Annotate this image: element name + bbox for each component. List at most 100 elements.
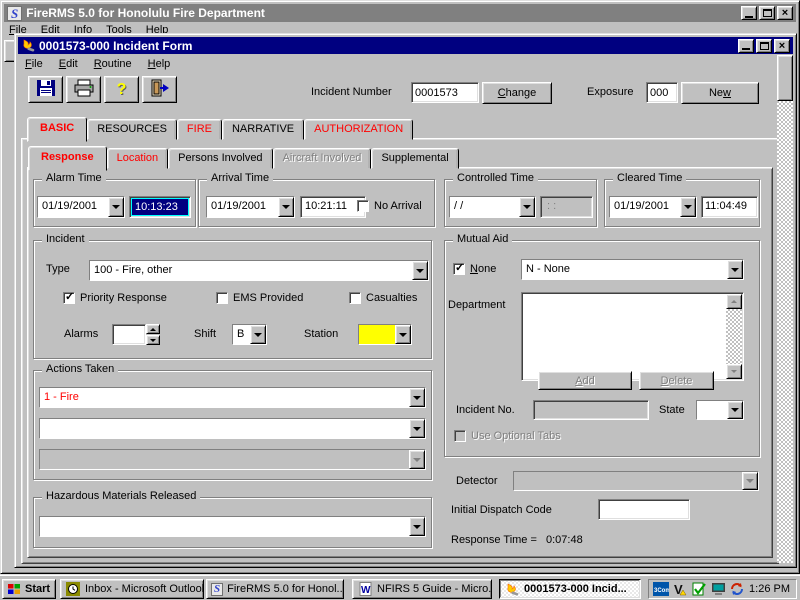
main-window-titlebar[interactable]: S FireRMS 5.0 for Honolulu Fire Departme… [4, 4, 796, 22]
flame-icon [504, 581, 520, 597]
department-scrollbar[interactable] [726, 294, 742, 379]
alarms-field[interactable] [112, 324, 146, 345]
menu-help[interactable]: Help [148, 58, 171, 70]
cleared-date-combo[interactable]: 01/19/2001 [609, 196, 697, 218]
hazmat-combo[interactable] [39, 516, 426, 537]
chevron-down-icon[interactable] [727, 401, 743, 419]
initial-dispatch-field[interactable] [598, 499, 690, 520]
chevron-down-icon[interactable] [409, 419, 425, 438]
spin-up-icon[interactable] [146, 324, 160, 334]
controlled-date-combo[interactable]: / / [449, 196, 536, 218]
exposure-field[interactable] [646, 82, 678, 103]
minimize-icon[interactable] [738, 39, 754, 53]
chevron-down-icon[interactable] [409, 388, 425, 407]
station-combo[interactable] [358, 324, 412, 345]
tab-supplemental[interactable]: Supplemental [371, 148, 458, 169]
antivirus-v-icon[interactable]: V [672, 581, 688, 597]
state-label: State [659, 404, 685, 416]
sync-arrows-icon[interactable] [729, 581, 745, 597]
alarms-spinner[interactable] [146, 324, 160, 345]
start-button[interactable]: Start [2, 579, 56, 599]
cleared-time-field[interactable]: 11:04:49 [701, 196, 758, 218]
save-button[interactable] [28, 76, 63, 103]
ems-provided-checkbox[interactable]: EMS Provided [216, 292, 303, 304]
close-icon[interactable]: × [774, 39, 790, 53]
casualties-checkbox[interactable]: Casualties [349, 292, 417, 304]
tab-authorization[interactable]: AUTHORIZATION [304, 119, 413, 140]
form-titlebar[interactable]: 0001573-000 Incident Form × [18, 37, 793, 54]
close-icon[interactable]: × [777, 6, 793, 20]
incident-type-combo[interactable]: 100 - Fire, other [89, 260, 429, 281]
main-tab-strip: BASIC RESOURCES FIRE NARRATIVE AUTHORIZA… [27, 114, 413, 140]
chevron-down-icon[interactable] [278, 197, 294, 217]
priority-response-checkbox[interactable]: Priority Response [63, 292, 167, 304]
tab-persons-involved[interactable]: Persons Involved [168, 148, 272, 169]
incident-number-field[interactable] [411, 82, 479, 103]
shift-combo[interactable]: B [232, 324, 267, 345]
system-tray: 3Com V 1:26 PM [648, 579, 797, 599]
mutual-incident-no-field [533, 400, 649, 420]
chevron-down-icon [742, 472, 758, 490]
tab-fire[interactable]: FIRE [177, 119, 222, 140]
action1-combo[interactable]: 1 - Fire [39, 387, 426, 408]
mutual-aid-none-checkbox[interactable]: None [453, 263, 496, 275]
spin-down-icon[interactable] [146, 335, 160, 345]
chevron-down-icon[interactable] [519, 197, 535, 217]
display-icon[interactable] [710, 581, 726, 597]
change-button[interactable]: Change [482, 82, 552, 104]
tab-narrative[interactable]: NARRATIVE [222, 119, 304, 140]
arrival-date-combo[interactable]: 01/19/2001 [206, 196, 295, 218]
chevron-down-icon[interactable] [409, 517, 425, 536]
outlook-icon [65, 581, 81, 597]
tab-basic[interactable]: BASIC [27, 117, 87, 142]
scroll-track[interactable] [777, 55, 793, 563]
taskbar-item-nfirs[interactable]: W NFIRS 5 Guide - Micro... [352, 579, 492, 599]
taskbar-item-incident-form[interactable]: 0001573-000 Incid... [499, 579, 641, 599]
use-optional-tabs-checkbox: Use Optional Tabs [454, 430, 561, 442]
chevron-down-icon[interactable] [680, 197, 696, 217]
chevron-down-icon[interactable] [395, 325, 411, 344]
tab-location[interactable]: Location [107, 148, 169, 169]
chevron-down-icon[interactable] [108, 197, 124, 217]
action3-combo [39, 449, 426, 470]
add-button: Add [538, 371, 632, 390]
new-button[interactable]: New [681, 82, 759, 104]
3com-icon[interactable]: 3Com [653, 581, 669, 597]
form-scrollbar[interactable] [777, 55, 793, 563]
chevron-down-icon[interactable] [412, 261, 428, 280]
mutual-aid-combo[interactable]: N - None [521, 259, 744, 280]
maximize-icon[interactable] [759, 6, 775, 20]
scroll-down-icon [726, 364, 742, 379]
initial-dispatch-label: Initial Dispatch Code [451, 504, 552, 516]
green-check-icon[interactable] [691, 581, 707, 597]
chevron-down-icon[interactable] [250, 325, 266, 344]
alarms-label: Alarms [64, 328, 98, 340]
maximize-icon[interactable] [756, 39, 772, 53]
menu-edit[interactable]: Edit [59, 58, 78, 70]
help-button[interactable]: ? [104, 76, 139, 103]
exit-button[interactable] [142, 76, 177, 103]
form-title: 0001573-000 Incident Form [39, 39, 734, 53]
scroll-thumb[interactable] [777, 55, 793, 101]
state-combo[interactable] [696, 400, 744, 420]
no-arrival-checkbox[interactable]: No Arrival [357, 200, 422, 212]
taskbar-clock[interactable]: 1:26 PM [749, 583, 790, 595]
department-listbox[interactable] [521, 292, 744, 381]
exit-door-icon [149, 79, 171, 100]
taskbar-item-outlook[interactable]: Inbox - Microsoft Outlook [60, 579, 204, 599]
tab-resources[interactable]: RESOURCES [87, 119, 177, 140]
alarm-time-field[interactable]: 10:13:23 [129, 196, 191, 218]
print-button[interactable] [66, 76, 101, 103]
delete-button: Delete [639, 371, 714, 390]
firerms-s-icon: S [211, 583, 223, 596]
tab-response[interactable]: Response [28, 146, 107, 171]
minimize-icon[interactable] [741, 6, 757, 20]
action2-combo[interactable] [39, 418, 426, 439]
alarm-date-combo[interactable]: 01/19/2001 [37, 196, 125, 218]
controlled-time-field: : : [540, 196, 593, 218]
taskbar-item-firerms[interactable]: S FireRMS 5.0 for Honol... [206, 579, 344, 599]
chevron-down-icon[interactable] [727, 260, 743, 279]
menu-file[interactable]: File [25, 58, 43, 70]
menu-routine[interactable]: Routine [94, 58, 132, 70]
firerms-s-icon: S [7, 6, 22, 21]
